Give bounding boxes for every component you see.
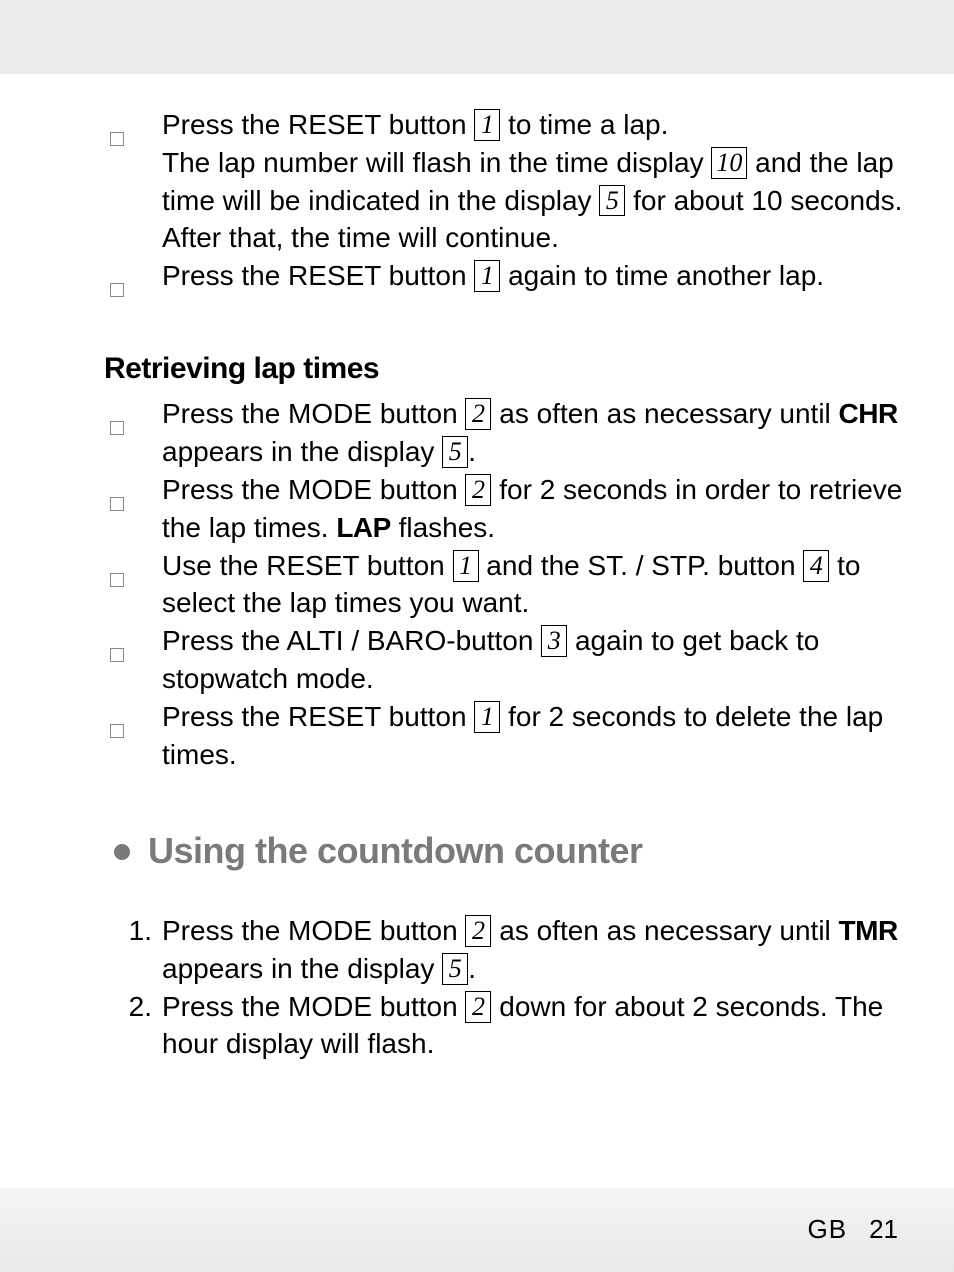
retrieve-list: Press the MODE button 2 as often as nece… — [104, 395, 916, 773]
intro-list: Press the RESET button 1 to time a lap.T… — [104, 106, 916, 307]
callout-box: 5 — [442, 436, 468, 468]
bullet-dot-icon — [114, 844, 130, 860]
list-item-text: Press the RESET button 1 for 2 seconds t… — [162, 698, 916, 774]
footer-page-number: 21 — [869, 1212, 898, 1247]
bold-label: CHR — [839, 398, 898, 429]
bullet-column — [104, 257, 162, 307]
list-item-text: Press the MODE button 2 as often as nece… — [162, 395, 916, 471]
bullet-column — [104, 698, 162, 748]
square-bullet-icon — [110, 648, 124, 662]
top-band — [0, 0, 954, 74]
callout-box: 3 — [541, 625, 567, 657]
numbered-item-number: 1. — [104, 912, 162, 950]
bullet-column — [104, 106, 162, 156]
callout-box: 1 — [474, 260, 500, 292]
square-bullet-icon — [110, 724, 124, 738]
callout-box: 5 — [442, 953, 468, 985]
callout-box: 10 — [711, 147, 747, 179]
list-item: Press the MODE button 2 for 2 seconds in… — [104, 471, 916, 547]
callout-box: 1 — [474, 701, 500, 733]
square-bullet-icon — [110, 283, 124, 297]
callout-box: 2 — [465, 991, 491, 1023]
section-heading: Using the countdown counter — [104, 827, 916, 876]
list-item: Press the MODE button 2 as often as nece… — [104, 395, 916, 471]
bullet-column — [104, 547, 162, 597]
page-content: Press the RESET button 1 to time a lap.T… — [0, 74, 954, 1063]
list-item-text: Use the RESET button 1 and the ST. / STP… — [162, 547, 916, 623]
bullet-column — [104, 471, 162, 521]
list-item-text: Press the MODE button 2 for 2 seconds in… — [162, 471, 916, 547]
bullet-column — [104, 622, 162, 672]
list-item-text: Press the ALTI / BARO-button 3 again to … — [162, 622, 916, 698]
callout-box: 1 — [453, 550, 479, 582]
callout-box: 4 — [803, 550, 829, 582]
numbered-item: 2.Press the MODE button 2 down for about… — [104, 988, 916, 1064]
numbered-item-number: 2. — [104, 988, 162, 1026]
square-bullet-icon — [110, 497, 124, 511]
list-item: Press the RESET button 1 for 2 seconds t… — [104, 698, 916, 774]
subheading-retrieving: Retrieving lap times — [104, 349, 916, 390]
list-item-text: Press the RESET button 1 to time a lap.T… — [162, 106, 916, 257]
list-item: Press the ALTI / BARO-button 3 again to … — [104, 622, 916, 698]
callout-box: 2 — [465, 915, 491, 947]
list-item: Press the RESET button 1 again to time a… — [104, 257, 916, 307]
bold-label: TMR — [839, 915, 898, 946]
callout-box: 2 — [465, 474, 491, 506]
section-title: Using the countdown counter — [148, 827, 642, 876]
bullet-column — [104, 395, 162, 445]
callout-box: 1 — [474, 109, 500, 141]
list-item-text: Press the RESET button 1 again to time a… — [162, 257, 916, 295]
numbered-item-text: Press the MODE button 2 down for about 2… — [162, 988, 916, 1064]
square-bullet-icon — [110, 132, 124, 146]
callout-box: 5 — [599, 185, 625, 217]
square-bullet-icon — [110, 573, 124, 587]
callout-box: 2 — [465, 398, 491, 430]
bold-label: LAP — [336, 512, 391, 543]
numbered-item: 1.Press the MODE button 2 as often as ne… — [104, 912, 916, 988]
footer-region: GB — [808, 1212, 848, 1247]
square-bullet-icon — [110, 421, 124, 435]
numbered-item-text: Press the MODE button 2 as often as nece… — [162, 912, 916, 988]
list-item: Use the RESET button 1 and the ST. / STP… — [104, 547, 916, 623]
list-item: Press the RESET button 1 to time a lap.T… — [104, 106, 916, 257]
numbered-list: 1.Press the MODE button 2 as often as ne… — [104, 912, 916, 1063]
page-footer: GB 21 — [0, 1188, 954, 1272]
